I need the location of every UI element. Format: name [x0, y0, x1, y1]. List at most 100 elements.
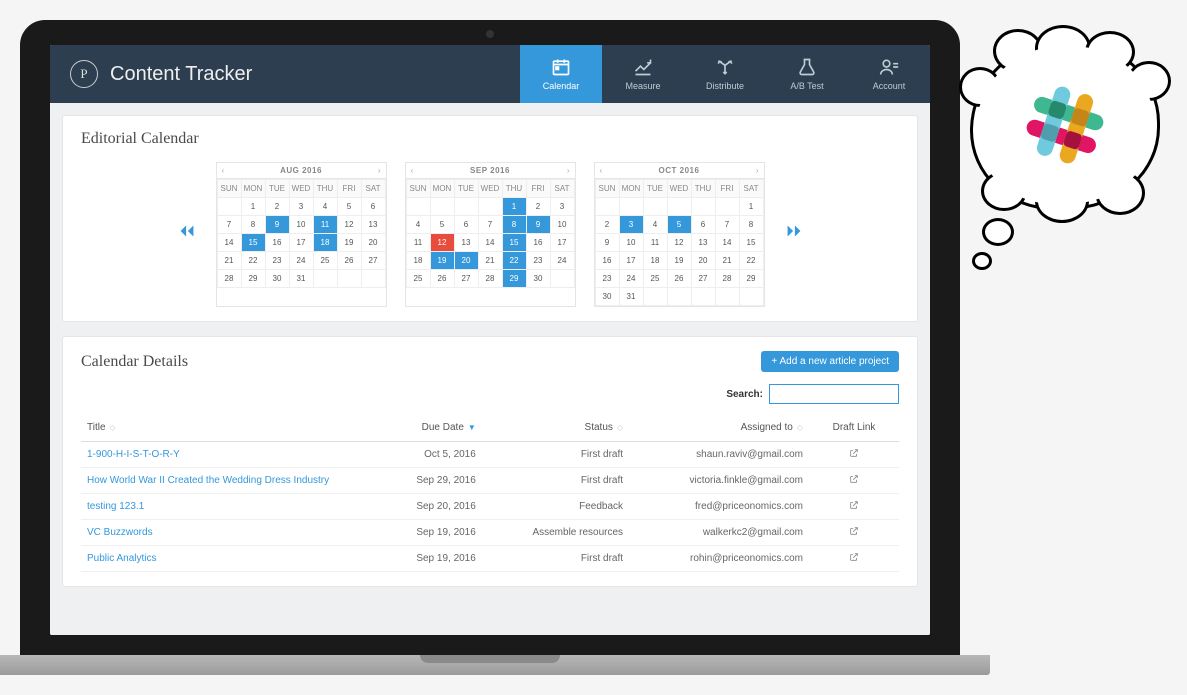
day-cell[interactable]: 26	[337, 252, 361, 270]
day-cell[interactable]: 3	[550, 198, 574, 216]
col-status[interactable]: Status◇	[482, 414, 629, 442]
cal-next[interactable]: ›	[378, 166, 381, 175]
nav-calendar[interactable]: Calendar	[520, 45, 602, 103]
day-cell[interactable]: 4	[313, 198, 337, 216]
day-cell[interactable]: 11	[313, 216, 337, 234]
day-cell[interactable]: 1	[502, 198, 526, 216]
day-cell[interactable]: 28	[478, 270, 502, 288]
day-cell[interactable]: 24	[619, 270, 643, 288]
day-cell[interactable]: 3	[619, 216, 643, 234]
prev-months-button[interactable]	[176, 220, 198, 249]
day-cell[interactable]: 31	[289, 270, 313, 288]
article-link[interactable]: VC Buzzwords	[87, 527, 153, 538]
day-cell[interactable]: 15	[241, 234, 265, 252]
cell-draft-link[interactable]	[809, 494, 899, 520]
day-cell[interactable]: 7	[217, 216, 241, 234]
day-cell[interactable]: 12	[667, 234, 691, 252]
day-cell[interactable]: 1	[739, 198, 763, 216]
cal-next[interactable]: ›	[567, 166, 570, 175]
day-cell[interactable]: 11	[406, 234, 430, 252]
cell-draft-link[interactable]	[809, 442, 899, 468]
day-cell[interactable]: 10	[289, 216, 313, 234]
day-cell[interactable]: 28	[715, 270, 739, 288]
col-title[interactable]: Title◇	[81, 414, 375, 442]
day-cell[interactable]: 11	[643, 234, 667, 252]
nav-account[interactable]: Account	[848, 45, 930, 103]
day-cell[interactable]: 5	[337, 198, 361, 216]
article-link[interactable]: testing 123.1	[87, 501, 144, 512]
day-cell[interactable]: 30	[265, 270, 289, 288]
day-cell[interactable]: 21	[217, 252, 241, 270]
day-cell[interactable]: 5	[667, 216, 691, 234]
cell-draft-link[interactable]	[809, 546, 899, 572]
day-cell[interactable]: 27	[691, 270, 715, 288]
day-cell[interactable]: 2	[265, 198, 289, 216]
day-cell[interactable]: 22	[241, 252, 265, 270]
day-cell[interactable]: 24	[550, 252, 574, 270]
nav-abtest[interactable]: A/B Test	[766, 45, 848, 103]
day-cell[interactable]: 20	[691, 252, 715, 270]
cal-prev[interactable]: ‹	[600, 166, 603, 175]
day-cell[interactable]: 18	[313, 234, 337, 252]
day-cell[interactable]: 8	[241, 216, 265, 234]
day-cell[interactable]: 4	[643, 216, 667, 234]
day-cell[interactable]: 7	[715, 216, 739, 234]
day-cell[interactable]: 29	[502, 270, 526, 288]
day-cell[interactable]: 16	[595, 252, 619, 270]
day-cell[interactable]: 20	[361, 234, 385, 252]
day-cell[interactable]: 10	[550, 216, 574, 234]
day-cell[interactable]: 25	[406, 270, 430, 288]
day-cell[interactable]: 17	[289, 234, 313, 252]
day-cell[interactable]: 6	[454, 216, 478, 234]
day-cell[interactable]: 14	[715, 234, 739, 252]
article-link[interactable]: 1-900-H-I-S-T-O-R-Y	[87, 449, 180, 460]
day-cell[interactable]: 15	[739, 234, 763, 252]
day-cell[interactable]: 22	[739, 252, 763, 270]
day-cell[interactable]: 24	[289, 252, 313, 270]
day-cell[interactable]: 26	[430, 270, 454, 288]
day-cell[interactable]: 17	[619, 252, 643, 270]
day-cell[interactable]: 22	[502, 252, 526, 270]
day-cell[interactable]: 29	[241, 270, 265, 288]
day-cell[interactable]: 20	[454, 252, 478, 270]
day-cell[interactable]: 25	[313, 252, 337, 270]
day-cell[interactable]: 8	[502, 216, 526, 234]
day-cell[interactable]: 19	[430, 252, 454, 270]
day-cell[interactable]: 5	[430, 216, 454, 234]
day-cell[interactable]: 30	[526, 270, 550, 288]
day-cell[interactable]: 27	[361, 252, 385, 270]
day-cell[interactable]: 3	[289, 198, 313, 216]
search-input[interactable]	[769, 384, 899, 404]
day-cell[interactable]: 23	[526, 252, 550, 270]
day-cell[interactable]: 12	[337, 216, 361, 234]
col-due-date[interactable]: Due Date▼	[375, 414, 481, 442]
day-cell[interactable]: 29	[739, 270, 763, 288]
day-cell[interactable]: 6	[361, 198, 385, 216]
day-cell[interactable]: 19	[667, 252, 691, 270]
day-cell[interactable]: 23	[595, 270, 619, 288]
article-link[interactable]: How World War II Created the Wedding Dre…	[87, 475, 329, 486]
day-cell[interactable]: 17	[550, 234, 574, 252]
day-cell[interactable]: 19	[337, 234, 361, 252]
day-cell[interactable]: 9	[595, 234, 619, 252]
cell-draft-link[interactable]	[809, 520, 899, 546]
col-draft-link[interactable]: Draft Link	[809, 414, 899, 442]
nav-measure[interactable]: Measure	[602, 45, 684, 103]
day-cell[interactable]: 13	[361, 216, 385, 234]
day-cell[interactable]: 1	[241, 198, 265, 216]
day-cell[interactable]: 21	[478, 252, 502, 270]
add-article-button[interactable]: + Add a new article project	[761, 351, 899, 372]
day-cell[interactable]: 28	[217, 270, 241, 288]
day-cell[interactable]: 9	[526, 216, 550, 234]
day-cell[interactable]: 9	[265, 216, 289, 234]
day-cell[interactable]: 10	[619, 234, 643, 252]
article-link[interactable]: Public Analytics	[87, 553, 156, 564]
day-cell[interactable]: 23	[265, 252, 289, 270]
day-cell[interactable]: 16	[526, 234, 550, 252]
day-cell[interactable]: 25	[643, 270, 667, 288]
day-cell[interactable]: 30	[595, 288, 619, 306]
day-cell[interactable]: 13	[691, 234, 715, 252]
day-cell[interactable]: 2	[526, 198, 550, 216]
day-cell[interactable]: 16	[265, 234, 289, 252]
day-cell[interactable]: 21	[715, 252, 739, 270]
